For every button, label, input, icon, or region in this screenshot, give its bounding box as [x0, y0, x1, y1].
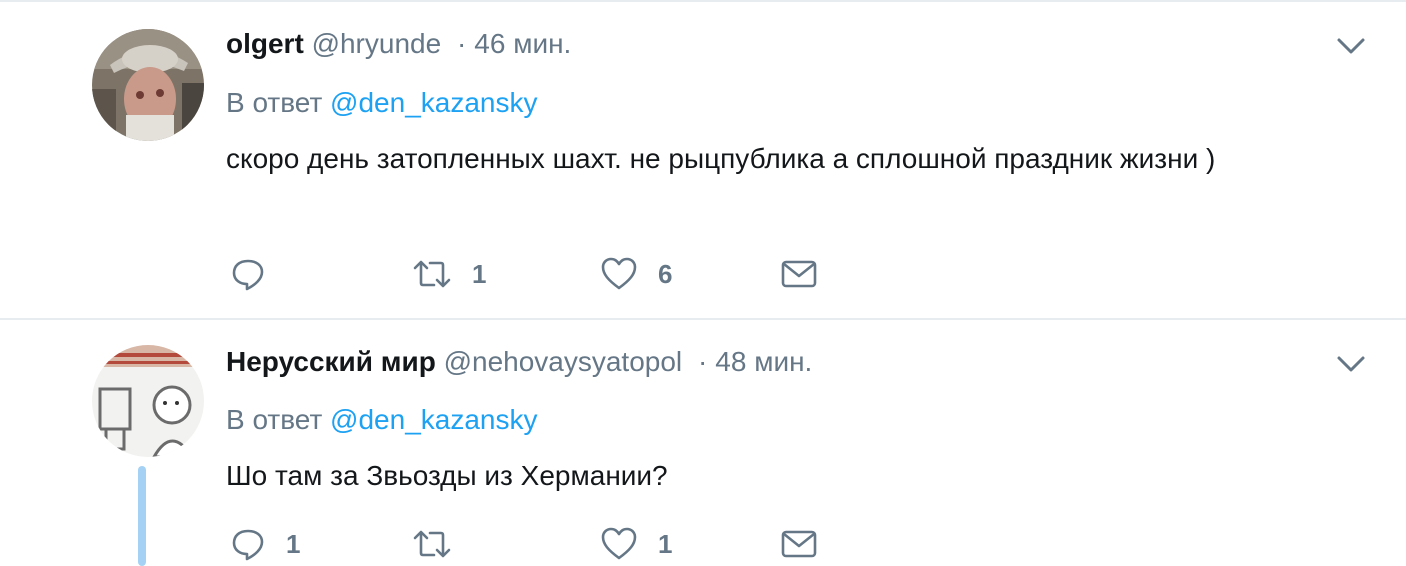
- separator: ·: [456, 28, 467, 59]
- reply-prefix: В ответ: [226, 87, 323, 118]
- avatar-image: [92, 345, 204, 457]
- tweet: Нерусский мир @nehovaysyatopol · 48 мин. …: [0, 320, 1406, 566]
- avatar[interactable]: [92, 29, 204, 141]
- reply-button[interactable]: [230, 254, 286, 294]
- display-name[interactable]: Нерусский мир: [226, 346, 436, 377]
- tweet-actions: 1 6: [226, 254, 926, 294]
- timestamp[interactable]: 46 мин.: [474, 28, 571, 59]
- direct-message-button[interactable]: [780, 254, 818, 294]
- tweet-text: Шо там за Звьозды из Хермании?: [226, 460, 668, 491]
- thread-connector: [138, 466, 146, 566]
- display-name[interactable]: olgert: [226, 28, 304, 59]
- like-button[interactable]: 6: [600, 254, 672, 294]
- like-count: 6: [658, 258, 673, 289]
- like-count: 1: [658, 528, 673, 559]
- username[interactable]: @hryunde: [312, 28, 442, 59]
- retweet-icon: [413, 260, 451, 288]
- retweet-button[interactable]: [412, 524, 472, 564]
- reply-icon: [232, 529, 264, 561]
- tweet-actions: 1 1: [226, 524, 926, 564]
- reply-context: В ответ @den_kazansky: [226, 404, 537, 436]
- chevron-down-icon: [1337, 356, 1365, 372]
- separator: ·: [697, 346, 708, 377]
- avatar-image: [92, 29, 204, 141]
- tweet-header: olgert @hryunde · 46 мин.: [226, 28, 571, 68]
- heart-icon: [601, 527, 637, 560]
- reply-count: 1: [286, 528, 301, 559]
- reply-button[interactable]: 1: [230, 524, 300, 564]
- more-options-button[interactable]: [1336, 354, 1366, 374]
- username[interactable]: @nehovaysyatopol: [444, 346, 683, 377]
- reply-prefix: В ответ: [226, 404, 323, 435]
- heart-icon: [601, 257, 637, 290]
- tweet-text: скоро день затопленных шахт. не рыцпубли…: [226, 143, 1216, 174]
- avatar[interactable]: [92, 345, 204, 457]
- reply-icon: [232, 259, 264, 291]
- direct-message-button[interactable]: [780, 524, 818, 564]
- retweet-count: 1: [472, 258, 487, 289]
- envelope-icon: [781, 260, 817, 288]
- tweet: olgert @hryunde · 46 мин. В ответ @den_ka…: [0, 0, 1406, 320]
- more-options-button[interactable]: [1336, 36, 1366, 56]
- reply-context: В ответ @den_kazansky: [226, 87, 537, 119]
- reply-mention-link[interactable]: @den_kazansky: [330, 404, 537, 435]
- chevron-down-icon: [1337, 38, 1365, 54]
- reply-mention-link[interactable]: @den_kazansky: [330, 87, 537, 118]
- retweet-button[interactable]: 1: [412, 254, 486, 294]
- like-button[interactable]: 1: [600, 524, 672, 564]
- retweet-icon: [413, 530, 451, 558]
- tweet-header: Нерусский мир @nehovaysyatopol · 48 мин.: [226, 346, 812, 386]
- envelope-icon: [781, 530, 817, 558]
- timestamp[interactable]: 48 мин.: [715, 346, 812, 377]
